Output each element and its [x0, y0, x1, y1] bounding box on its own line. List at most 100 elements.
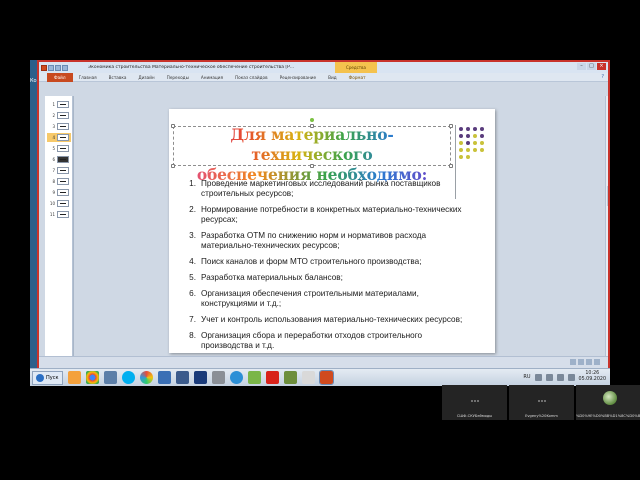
item-number: 7.	[189, 315, 196, 324]
item-text: Нормирование потребности в конкретных ма…	[201, 205, 462, 224]
item-number: 2.	[189, 205, 196, 214]
item-text: Учет и контроль использования материальн…	[201, 315, 463, 324]
help-icon[interactable]: ?	[601, 74, 604, 80]
slide-bullet-list[interactable]: 1. Проведение маркетинговых исследований …	[183, 179, 475, 357]
resize-handle[interactable]	[449, 164, 453, 168]
slide-canvas[interactable]: Для материально-технического обеспечения…	[169, 109, 495, 353]
resize-handle[interactable]	[171, 124, 175, 128]
slide-thumbnail[interactable]: 3	[47, 122, 71, 131]
close-button[interactable]: ×	[597, 63, 606, 70]
resize-handle[interactable]	[449, 124, 453, 128]
ribbon-tabs: Файл Главная Вставка Дизайн Переходы Ани…	[39, 72, 608, 82]
yandex-browser-icon[interactable]	[265, 371, 279, 384]
chrome-icon[interactable]	[85, 371, 99, 384]
tab-home[interactable]: Главная	[73, 75, 103, 80]
rotate-handle[interactable]	[310, 118, 314, 122]
tab-design[interactable]: Дизайн	[132, 75, 160, 80]
skype-icon[interactable]	[121, 371, 135, 384]
slide-thumbnail[interactable]: 8	[47, 177, 71, 186]
tab-animation[interactable]: Анимация	[195, 75, 229, 80]
slide-thumbnail-panel: 1 2 3 4 5 6 7 8 9 10 11	[45, 96, 73, 358]
panel-splitter[interactable]	[73, 96, 74, 358]
quick-access-toolbar	[41, 64, 68, 71]
participant-tile[interactable]: %D0%9E%D0%BB%D1%8C%D0%B3%D0%B0	[576, 385, 640, 420]
language-indicator[interactable]: RU	[523, 374, 530, 380]
item-text: Организация сбора и переработки отходов …	[201, 331, 423, 350]
windows-explorer-icon[interactable]	[157, 371, 171, 384]
more-options-icon[interactable]	[471, 400, 481, 403]
slide-number: 7	[52, 168, 55, 173]
slide-thumbnail[interactable]: 6	[47, 155, 71, 164]
view-buttons	[570, 359, 600, 365]
internet-explorer-icon[interactable]	[229, 371, 243, 384]
item-number: 5.	[189, 273, 196, 282]
maximize-button[interactable]: □	[587, 63, 596, 70]
taskbar-clock[interactable]: 10:26 05.09.2020	[579, 371, 606, 383]
network-icon[interactable]	[545, 373, 553, 381]
tab-file[interactable]: Файл	[47, 72, 73, 82]
list-item: 8. Организация сбора и переработки отходо…	[183, 331, 475, 351]
vertical-scrollbar[interactable]: ▲ ▼	[605, 96, 609, 358]
list-item: 7. Учет и контроль использования материал…	[183, 315, 475, 325]
item-text: Проведение маркетинговых исследований ры…	[201, 179, 441, 198]
context-tab-drawing-tools: Средства рисования	[335, 62, 377, 81]
tray-arrow-icon[interactable]	[534, 373, 542, 381]
paint-icon[interactable]	[247, 371, 261, 384]
slideshow-view-icon[interactable]	[594, 359, 600, 365]
reading-view-icon[interactable]	[586, 359, 592, 365]
powerpoint-taskbar-icon[interactable]	[318, 370, 334, 385]
slide-thumbnail[interactable]: 2	[47, 111, 71, 120]
picasa-icon[interactable]	[139, 371, 153, 384]
file-explorer-icon[interactable]	[103, 371, 117, 384]
slide-thumbnail[interactable]: 9	[47, 188, 71, 197]
powerpoint-app-icon[interactable]	[41, 64, 47, 71]
status-bar	[39, 356, 608, 368]
scroll-up-arrow-icon[interactable]: ▲	[607, 97, 609, 102]
slide-thumbnail[interactable]: 11	[47, 210, 71, 219]
start-button[interactable]: Пуск	[32, 370, 63, 385]
slide-preview	[57, 200, 69, 207]
list-item: 4. Поиск каналов и форм МТО строительного…	[183, 257, 475, 267]
slide-thumbnail[interactable]: 10	[47, 199, 71, 208]
tab-view[interactable]: Вид	[322, 75, 343, 80]
redo-icon[interactable]	[62, 64, 68, 71]
tab-format[interactable]: Формат	[343, 75, 372, 80]
normal-view-icon[interactable]	[570, 359, 576, 365]
slide-preview	[57, 134, 69, 141]
slide-thumbnail[interactable]: 1	[47, 100, 71, 109]
tab-insert[interactable]: Вставка	[103, 75, 133, 80]
item-number: 4.	[189, 257, 196, 266]
battery-icon[interactable]	[567, 373, 575, 381]
list-item: 2. Нормирование потребности в конкретных …	[183, 205, 475, 225]
participant-tile[interactable]: СШФ-СКУБеймоды	[442, 385, 507, 420]
undo-icon[interactable]	[55, 64, 61, 71]
slide-thumbnail-active[interactable]: 4	[47, 133, 71, 142]
volume-icon[interactable]	[556, 373, 564, 381]
more-options-icon[interactable]	[538, 400, 548, 403]
minimize-button[interactable]: –	[577, 63, 586, 70]
sorter-view-icon[interactable]	[578, 359, 584, 365]
photo-viewer-icon[interactable]	[283, 371, 297, 384]
yandex-icon[interactable]	[301, 371, 315, 384]
slide-thumbnail[interactable]: 5	[47, 144, 71, 153]
pen-tool-icon[interactable]	[211, 371, 225, 384]
clock-date: 05.09.2020	[578, 377, 606, 382]
resize-handle[interactable]	[171, 164, 175, 168]
movie-maker-icon[interactable]	[175, 371, 189, 384]
tab-review[interactable]: Рецензирование	[274, 75, 323, 80]
tab-transitions[interactable]: Переходы	[161, 75, 195, 80]
fm-app-icon[interactable]	[193, 371, 207, 384]
slide-thumbnail[interactable]: 7	[47, 166, 71, 175]
powerpoint-window: Экономика строительства Материально-техн…	[37, 60, 610, 370]
save-icon[interactable]	[48, 64, 54, 71]
participant-tile[interactable]: Evgeny%20Komm	[509, 385, 574, 420]
list-item: 1. Проведение маркетинговых исследований …	[183, 179, 475, 199]
slide-title[interactable]: Для материально-технического обеспечения…	[177, 125, 447, 185]
slide-preview	[57, 211, 69, 218]
tab-slideshow[interactable]: Показ слайдов	[229, 75, 274, 80]
scrollbar-thumb[interactable]	[607, 186, 608, 206]
slide-preview	[57, 167, 69, 174]
window-title: Экономика строительства Материально-техн…	[88, 65, 295, 70]
list-item: 5. Разработка материальных балансов;	[183, 273, 475, 283]
media-player-icon[interactable]	[67, 371, 81, 384]
